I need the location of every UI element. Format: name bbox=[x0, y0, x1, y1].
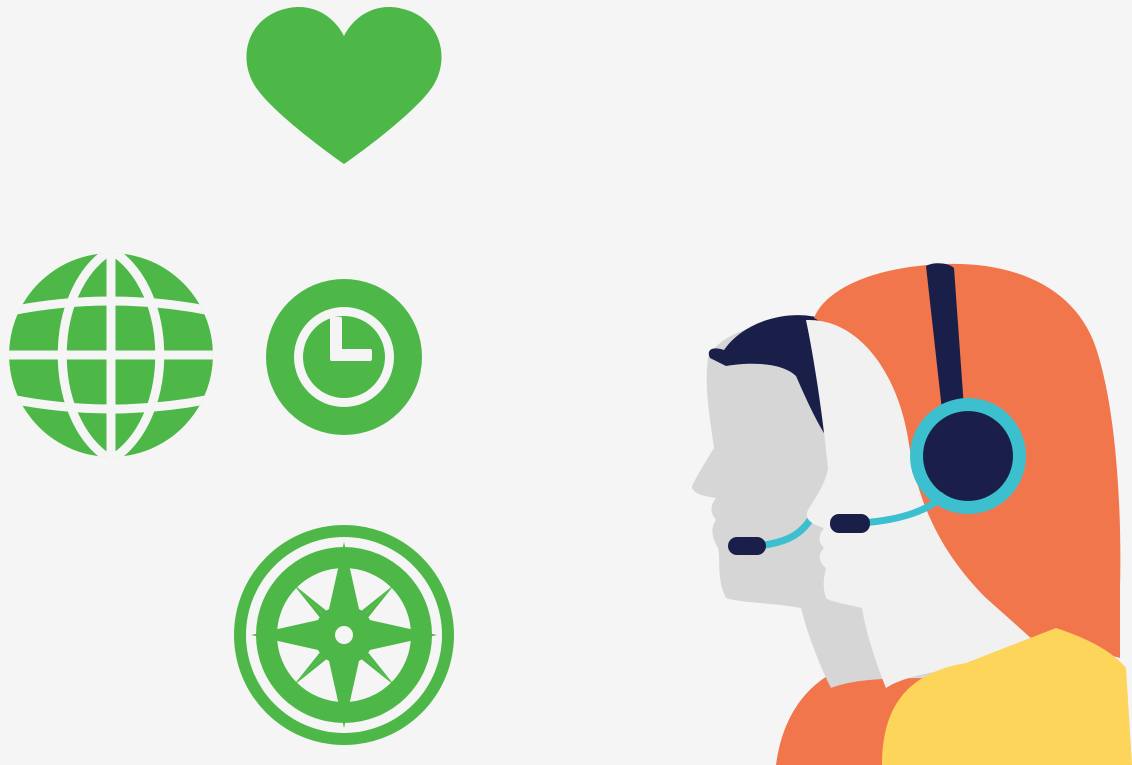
globe-icon bbox=[6, 250, 216, 460]
headset-earcup bbox=[923, 411, 1013, 501]
support-agents-illustration bbox=[686, 258, 1132, 765]
front-person-mic bbox=[830, 514, 870, 533]
heart-icon bbox=[243, 4, 445, 168]
back-person-mic bbox=[728, 537, 766, 555]
clock-icon bbox=[264, 277, 424, 437]
compass-icon bbox=[233, 524, 455, 746]
illustration-canvas bbox=[0, 0, 1132, 765]
